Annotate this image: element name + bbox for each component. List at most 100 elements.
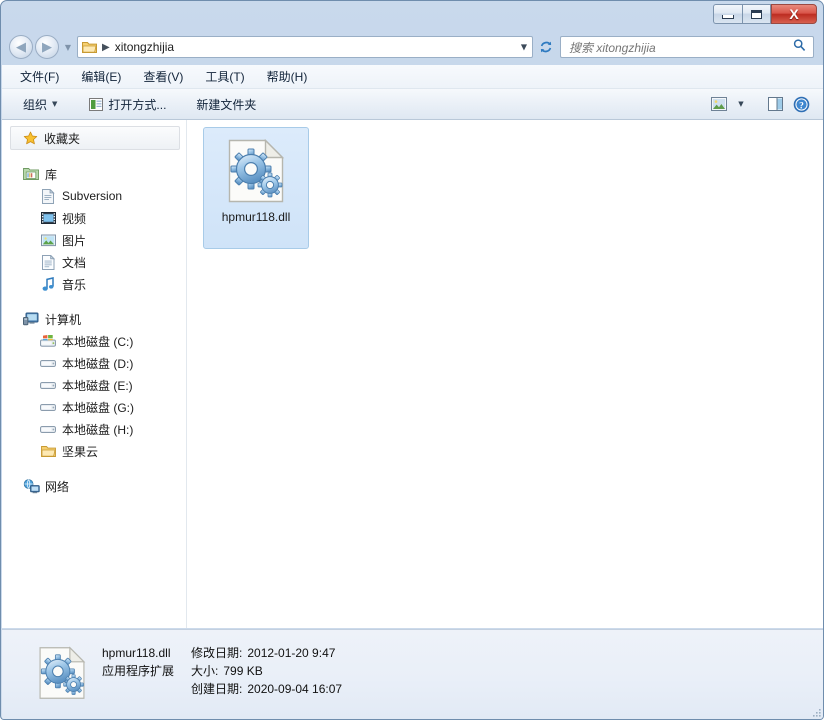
drive-icon (39, 377, 57, 393)
sidebar-item-nutstore[interactable]: 坚果云 (2, 440, 186, 462)
svg-text:?: ? (799, 101, 804, 111)
menu-edit[interactable]: 编辑(E) (73, 66, 129, 87)
details-file-type: 应用程序扩展 (102, 664, 175, 678)
breadcrumb-separator-icon: ▶ (102, 41, 110, 53)
details-pane: hpmur118.dll 修改日期: 2012-01-20 9:47 应用程序扩… (2, 629, 823, 719)
file-item[interactable]: hpmur118.dll (203, 127, 309, 249)
address-dropdown-icon[interactable]: ▼ (521, 43, 527, 52)
view-layout-icon (711, 97, 727, 111)
sidebar-label-drive-c: 本地磁盘 (C:) (62, 334, 134, 349)
change-view-dropdown[interactable]: ▼ (732, 93, 750, 115)
sidebar-item-drive-g[interactable]: 本地磁盘 (G:) (2, 396, 186, 418)
sidebar-item-libraries[interactable]: 库 (2, 163, 186, 185)
sidebar-item-favorites[interactable]: 收藏夹 (10, 126, 180, 150)
resize-grip[interactable] (810, 705, 822, 717)
sidebar-item-videos[interactable]: 视频 (2, 207, 186, 229)
minimize-button[interactable] (713, 4, 742, 24)
refresh-button[interactable] (535, 36, 557, 58)
details-row-size: 应用程序扩展 大小: 799 KB (102, 662, 342, 680)
library-icon (22, 166, 40, 182)
details-created-value: 2020-09-04 16:07 (247, 682, 343, 696)
sidebar-label-music: 音乐 (62, 277, 87, 292)
sidebar-label-drive-d: 本地磁盘 (D:) (62, 356, 134, 371)
details-size-label: 大小: (191, 664, 219, 678)
new-folder-button[interactable]: 新建文件夹 (189, 93, 263, 115)
drive-icon (39, 421, 57, 437)
sidebar-label-drive-e: 本地磁盘 (E:) (62, 378, 133, 393)
sidebar-label-libraries: 库 (45, 167, 58, 182)
network-icon (22, 478, 40, 494)
details-file-name: hpmur118.dll (102, 646, 171, 660)
refresh-icon (540, 41, 552, 53)
help-button[interactable]: ? (788, 93, 814, 115)
open-with-icon (89, 97, 104, 111)
forward-arrow-icon: ▶ (42, 39, 52, 55)
documents-icon (39, 254, 57, 270)
drive-icon (39, 399, 57, 415)
address-bar[interactable]: ▶ xitongzhijia ▼ (77, 36, 533, 58)
caption-button-group: X (713, 4, 817, 25)
sidebar-item-drive-e[interactable]: 本地磁盘 (E:) (2, 374, 186, 396)
breadcrumb-current-folder[interactable]: xitongzhijia (115, 40, 174, 54)
folder-icon (39, 443, 57, 459)
organize-label: 组织 (23, 97, 48, 112)
computer-icon (22, 311, 40, 327)
video-icon (39, 210, 57, 226)
sidebar-group-computer: 计算机 本地磁盘 (C:) 本地磁盘 (D:) 本地磁盘 (E:) 本地磁盘 (… (2, 308, 186, 462)
menu-tools[interactable]: 工具(T) (197, 66, 252, 87)
search-box[interactable]: 搜索 xitongzhijia (560, 36, 814, 58)
change-view-button[interactable] (706, 93, 732, 115)
back-button[interactable]: ◀ (9, 35, 33, 59)
sidebar-label-pictures: 图片 (62, 233, 87, 248)
open-with-button[interactable]: 打开方式... (82, 93, 173, 115)
sidebar-item-pictures[interactable]: 图片 (2, 229, 186, 251)
pictures-icon (39, 232, 57, 248)
search-icon (793, 39, 806, 56)
sidebar-item-subversion[interactable]: Subversion (2, 185, 186, 207)
menu-bar: 文件(F) 编辑(E) 查看(V) 工具(T) 帮助(H) (2, 65, 823, 89)
sidebar-item-documents[interactable]: 文档 (2, 251, 186, 273)
maximize-button[interactable] (742, 4, 771, 24)
toolbar-right-group: ▼ ? (706, 93, 823, 115)
sidebar-label-drive-g: 本地磁盘 (G:) (62, 400, 134, 415)
sidebar-item-drive-h[interactable]: 本地磁盘 (H:) (2, 418, 186, 440)
details-modified-label: 修改日期: (191, 646, 243, 660)
organize-button[interactable]: 组织 ▼ (16, 93, 64, 115)
sidebar-item-network[interactable]: 网络 (2, 475, 186, 497)
chevron-down-icon: ▼ (738, 100, 744, 108)
preview-pane-button[interactable] (762, 93, 788, 115)
close-button[interactable]: X (771, 4, 817, 24)
menu-help[interactable]: 帮助(H) (259, 66, 316, 87)
sidebar-label-nutstore: 坚果云 (62, 444, 99, 459)
details-text-block: hpmur118.dll 修改日期: 2012-01-20 9:47 应用程序扩… (102, 644, 342, 698)
sidebar-item-drive-d[interactable]: 本地磁盘 (D:) (2, 352, 186, 374)
dll-gear-icon (33, 644, 91, 702)
details-modified-value: 2012-01-20 9:47 (247, 646, 336, 660)
sidebar-item-drive-c[interactable]: 本地磁盘 (C:) (2, 330, 186, 352)
chevron-down-icon: ▼ (64, 42, 72, 52)
details-row-created: 创建日期: 2020-09-04 16:07 (102, 680, 342, 698)
menu-view[interactable]: 查看(V) (135, 66, 191, 87)
minimize-icon (722, 15, 734, 19)
navigation-bar: ◀ ▶ ▼ ▶ xitongzhijia ▼ 搜索 xitongzhijia (1, 32, 823, 62)
explorer-window: X ◀ ▶ ▼ ▶ xitongzhijia ▼ 搜索 xitongzhijia… (0, 0, 824, 720)
sidebar-group-libraries: 库 Subversion 视频 图片 文档 音乐 (2, 163, 186, 295)
system-drive-icon (39, 333, 57, 349)
sidebar-item-music[interactable]: 音乐 (2, 273, 186, 295)
forward-button[interactable]: ▶ (35, 35, 59, 59)
folder-icon (82, 41, 97, 54)
new-folder-label: 新建文件夹 (196, 97, 257, 112)
sidebar-label-videos: 视频 (62, 211, 87, 226)
maximize-icon (751, 9, 762, 19)
back-arrow-icon: ◀ (16, 39, 26, 55)
drive-icon (39, 355, 57, 371)
star-icon (21, 130, 39, 146)
search-input[interactable]: 搜索 xitongzhijia (569, 39, 656, 56)
menu-file[interactable]: 文件(F) (12, 66, 67, 87)
recent-locations-button[interactable]: ▼ (61, 43, 75, 52)
sidebar-item-computer[interactable]: 计算机 (2, 308, 186, 330)
details-row-modified: hpmur118.dll 修改日期: 2012-01-20 9:47 (102, 644, 342, 662)
file-list-pane[interactable]: hpmur118.dll (187, 120, 823, 628)
music-icon (39, 276, 57, 292)
explorer-body: 收藏夹 库 Subversion 视频 图片 文档 音乐 计算机 本地磁盘 (C… (2, 120, 823, 628)
